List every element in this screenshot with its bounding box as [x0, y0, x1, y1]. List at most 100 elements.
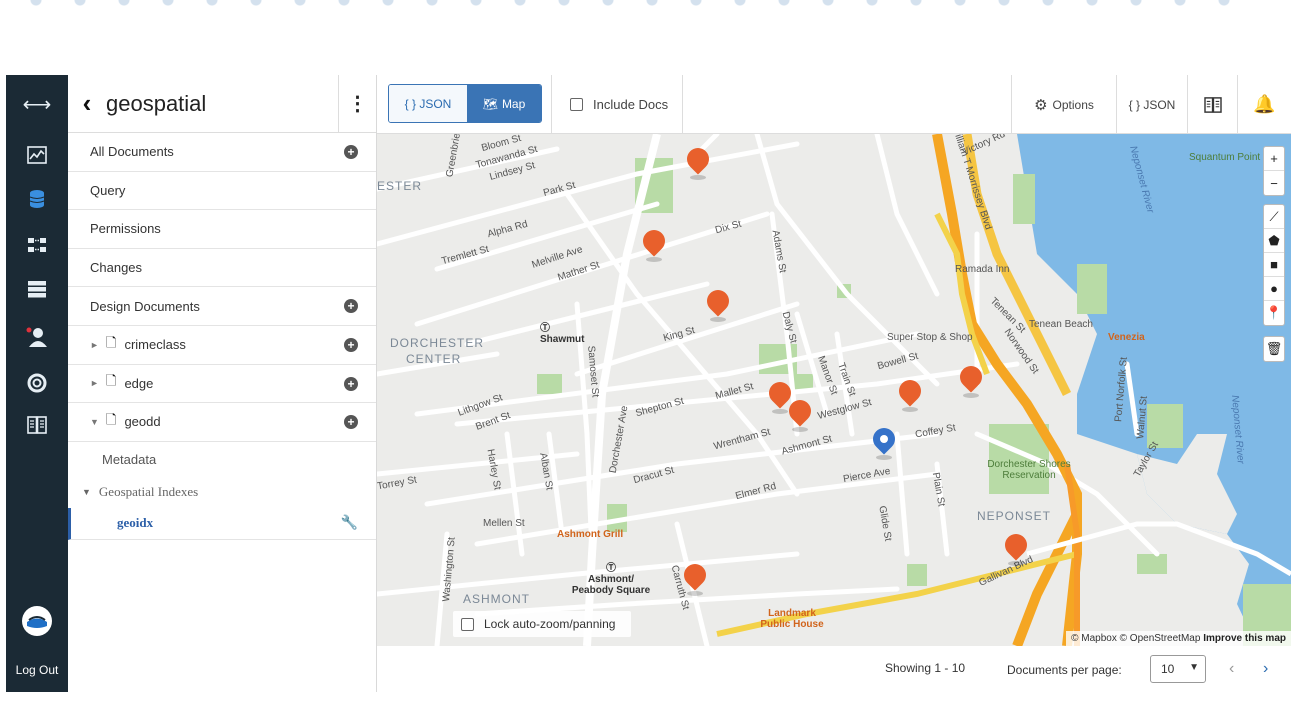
map-marker[interactable]	[784, 395, 816, 432]
couch-logo-icon	[6, 603, 68, 639]
nav-design-doc-crimeclass[interactable]: ► 🗋 crimeclass +	[68, 326, 376, 365]
nav-design-doc-edge[interactable]: ► 🗋 edge +	[68, 365, 376, 404]
area-label: NEPONSET	[977, 509, 1052, 523]
marker-shadow	[876, 455, 892, 460]
nav-permissions[interactable]: Permissions	[68, 210, 376, 249]
prev-page-icon[interactable]: ‹	[1229, 660, 1234, 678]
marker-body	[1000, 529, 1032, 561]
user-icon[interactable]	[6, 319, 68, 355]
delete-control: 🗑	[1263, 336, 1285, 362]
activity-chart-icon[interactable]	[6, 137, 68, 173]
replication-icon[interactable]	[6, 227, 68, 263]
nav-design-documents[interactable]: Design Documents +	[68, 287, 376, 326]
marker-shadow	[687, 591, 703, 596]
map-tab[interactable]: 🗺 Map	[467, 85, 541, 122]
transit-icon: Ⓣ	[606, 563, 616, 574]
caret-right-icon: ►	[90, 378, 99, 389]
osm-link[interactable]: © OpenStreetMap	[1120, 633, 1201, 644]
map-attribution: © Mapbox © OpenStreetMap Improve this ma…	[1066, 631, 1291, 646]
draw-polygon-icon[interactable]: ⬟	[1264, 229, 1284, 253]
checkbox-icon	[570, 98, 583, 111]
chevron-down-icon: ▼	[1189, 662, 1199, 673]
draw-rectangle-icon[interactable]: ■	[1264, 253, 1284, 277]
main-area: { } JSON 🗺 Map Include Docs ⚙ Options { } …	[377, 75, 1291, 692]
docs-book-icon[interactable]	[6, 407, 68, 443]
marker-shadow	[710, 317, 726, 322]
zoom-in-icon[interactable]: +	[1264, 147, 1284, 171]
add-icon[interactable]: +	[344, 415, 358, 430]
json-tab[interactable]: { } JSON	[389, 85, 467, 122]
marker-body	[679, 559, 711, 591]
lock-label: Lock auto-zoom/panning	[484, 617, 616, 631]
street-label: Mellen St	[483, 518, 525, 529]
map-marker[interactable]	[679, 559, 711, 596]
map-tab-label: Map	[501, 96, 526, 111]
map-view[interactable]: DORCHESTER CENTER ASHMONT NEPONSET ESTER…	[377, 134, 1291, 646]
nav-all-documents[interactable]: All Documents +	[68, 133, 376, 172]
caret-down-icon: ▼	[90, 416, 99, 427]
database-icon[interactable]	[6, 181, 68, 217]
expand-arrows-icon[interactable]: ⟷	[6, 86, 68, 122]
draw-line-icon[interactable]: ⟋	[1264, 205, 1284, 229]
side-header: ‹ geospatial ⋮	[68, 74, 376, 133]
checkbox-icon	[461, 617, 474, 631]
pagination-footer: Showing 1 - 10 Documents per page: 10 ▼ ‹…	[377, 646, 1291, 692]
transit-icon: Ⓣ	[540, 323, 550, 334]
marker-shadow	[792, 427, 808, 432]
map-marker[interactable]	[638, 225, 670, 262]
back-chevron-icon[interactable]: ‹	[68, 88, 106, 119]
server-icon[interactable]	[6, 271, 68, 307]
nav-geospatial-indexes[interactable]: ▼ Geospatial Indexes	[68, 476, 376, 508]
caret-right-icon: ►	[90, 339, 99, 350]
trash-icon[interactable]: 🗑	[1264, 337, 1284, 361]
json-button[interactable]: { } JSON	[1116, 75, 1187, 134]
add-icon[interactable]: +	[344, 337, 358, 352]
map-marker[interactable]	[702, 285, 734, 322]
poi-label: Ⓣ Ashmont/ Peabody Square	[571, 559, 651, 596]
nav-design-doc-geodd[interactable]: ▼ 🗋 geodd +	[68, 403, 376, 442]
marker-shadow	[646, 257, 662, 262]
marker-body	[702, 285, 734, 317]
logout-link[interactable]: Log Out	[6, 663, 68, 677]
map-marker[interactable]	[955, 361, 987, 398]
nav-changes[interactable]: Changes	[68, 249, 376, 288]
nav-query[interactable]: Query	[68, 172, 376, 211]
marker-shadow	[963, 393, 979, 398]
nav-label: Changes	[90, 260, 143, 276]
map-marker[interactable]	[1000, 529, 1032, 566]
app: ⟷ Log Out ‹ geospatial ⋮ All Documents +…	[6, 74, 1291, 692]
mapbox-link[interactable]: © Mapbox	[1071, 633, 1117, 644]
options-label: Options	[1052, 97, 1094, 112]
api-docs-book-icon[interactable]	[1187, 75, 1237, 134]
add-icon[interactable]: +	[344, 145, 358, 159]
more-options-icon[interactable]: ⋮	[338, 74, 376, 133]
marker-shadow	[690, 175, 706, 180]
next-page-icon[interactable]: ›	[1263, 660, 1268, 678]
area-label: CENTER	[406, 352, 462, 366]
notifications-bell-icon[interactable]: 🔔	[1237, 75, 1291, 134]
wrench-icon[interactable]: 🔧	[341, 515, 358, 532]
map-marker[interactable]	[682, 143, 714, 180]
nav-label: Geospatial Indexes	[98, 483, 199, 499]
map-marker[interactable]	[894, 375, 926, 412]
draw-marker-icon[interactable]: 📍	[1264, 301, 1284, 325]
options-button[interactable]: ⚙ Options	[1011, 75, 1116, 134]
selected-map-marker[interactable]	[868, 423, 900, 460]
nav-geoidx[interactable]: geoidx 🔧	[68, 507, 376, 540]
nav-label: Query	[90, 182, 126, 198]
draw-circle-icon[interactable]: ●	[1264, 277, 1284, 301]
nav-metadata[interactable]: Metadata	[68, 444, 376, 476]
marker-dot	[880, 435, 888, 443]
zoom-out-icon[interactable]: −	[1264, 171, 1284, 195]
add-icon[interactable]: +	[344, 299, 358, 314]
per-page-select[interactable]: 10 ▼	[1150, 655, 1206, 683]
map-marker[interactable]	[764, 377, 796, 414]
support-lifebuoy-icon[interactable]	[6, 365, 68, 401]
improve-map-link[interactable]: Improve this map	[1203, 633, 1286, 644]
add-icon[interactable]: +	[344, 376, 358, 391]
lock-auto-zoom-checkbox[interactable]: Lock auto-zoom/panning	[453, 611, 631, 637]
poi-name: Ashmont/ Peabody Square	[571, 574, 651, 596]
include-docs-checkbox[interactable]: Include Docs	[551, 75, 683, 134]
database-name: geospatial	[106, 90, 207, 116]
marker-body	[784, 395, 816, 427]
